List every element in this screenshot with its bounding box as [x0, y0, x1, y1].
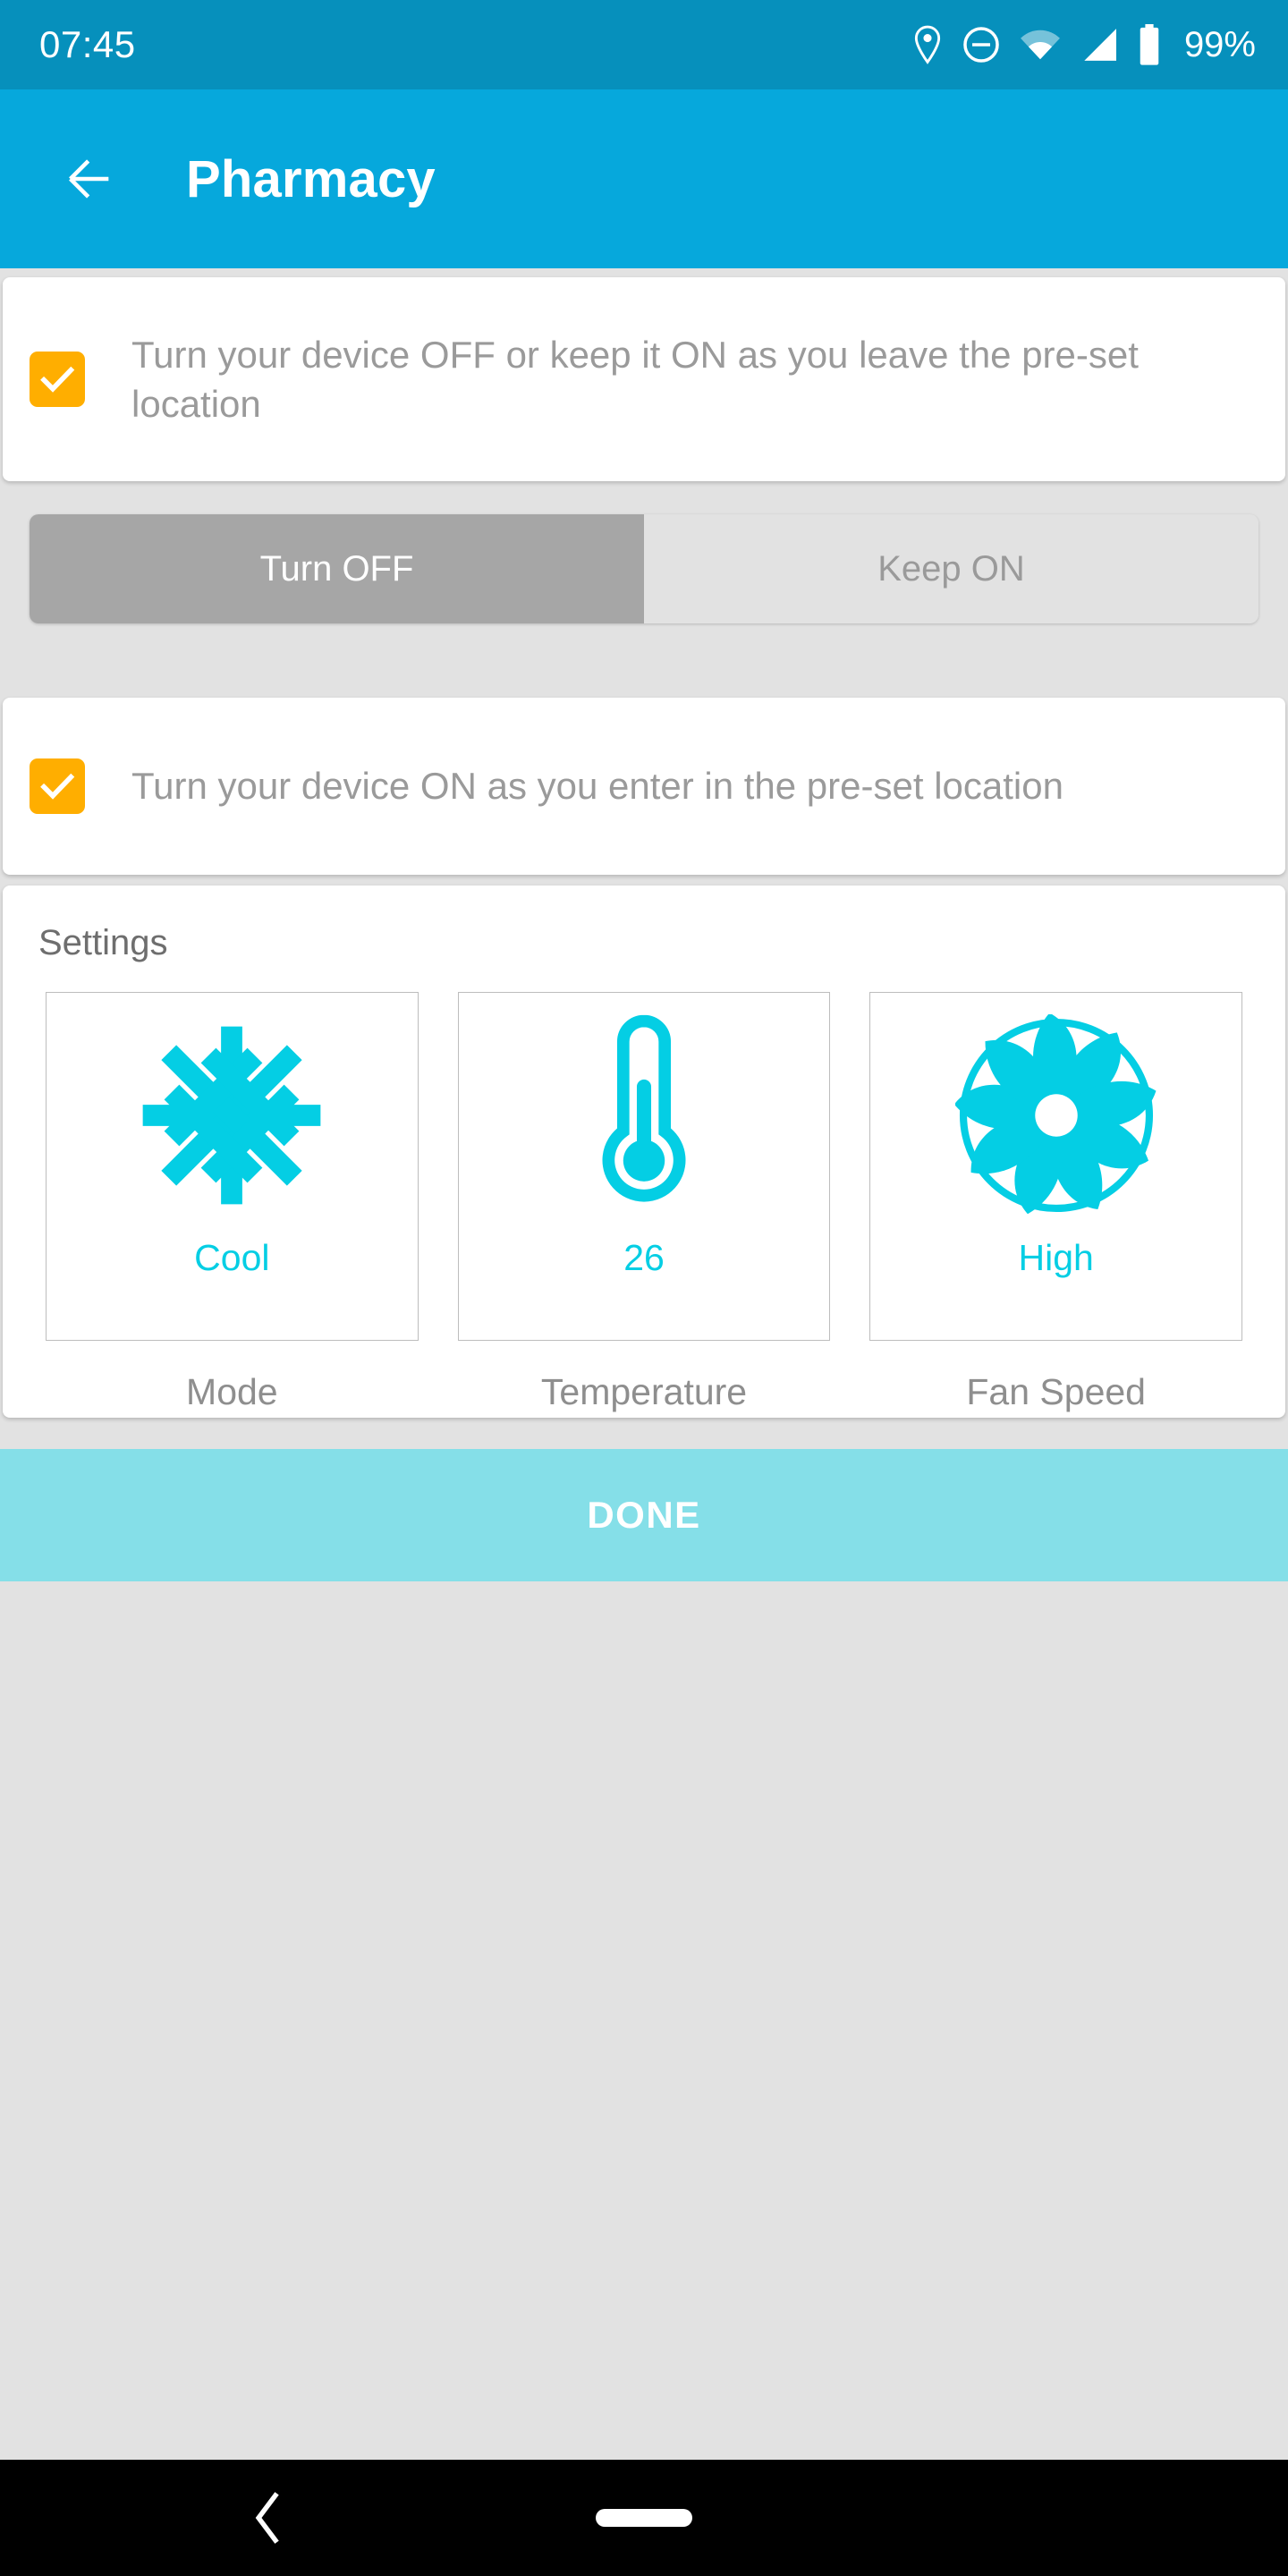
exit-action-toggle[interactable]: Turn OFF Keep ON [30, 514, 1258, 623]
status-bar-icons: 99% [912, 24, 1256, 65]
battery-percent-label: 99% [1183, 24, 1256, 64]
settings-tile-fan-speed-column: High Fan Speed [869, 992, 1243, 1413]
do-not-disturb-icon [962, 26, 1000, 64]
status-bar: 07:45 99% [0, 0, 1288, 89]
settings-tile-mode-caption: Mode [186, 1371, 278, 1412]
enter-rule-label: Turn your device ON as you enter in the … [131, 765, 1063, 808]
done-button[interactable]: DONE [0, 1449, 1288, 1581]
toggle-option-keep-on[interactable]: Keep ON [644, 514, 1258, 623]
exit-rule-label: Turn your device OFF or keep it ON as yo… [131, 333, 1139, 425]
system-navigation-bar [0, 2460, 1288, 2576]
settings-card: Settings Cool Mode 26 Temperature High F… [3, 886, 1285, 1418]
settings-tile-mode-column: Cool Mode [46, 992, 419, 1413]
fan-icon [954, 993, 1157, 1238]
app-bar: Pharmacy [0, 89, 1288, 268]
settings-tile-temperature[interactable]: 26 [457, 992, 831, 1341]
phone-screen: 07:45 99% Pharmacy Turn your device OFF … [0, 0, 1288, 2576]
settings-tiles: Cool Mode 26 Temperature High Fan Speed [3, 992, 1285, 1413]
snowflake-icon [135, 993, 328, 1238]
page-title: Pharmacy [186, 149, 436, 208]
nav-back-icon[interactable] [250, 2491, 286, 2545]
battery-icon [1138, 24, 1161, 65]
settings-tile-fan-speed-caption: Fan Speed [966, 1371, 1146, 1412]
nav-home-pill[interactable] [596, 2509, 692, 2527]
settings-tile-mode[interactable]: Cool [46, 992, 419, 1341]
settings-tile-mode-value: Cool [194, 1237, 270, 1278]
thermometer-icon [597, 993, 691, 1238]
settings-tile-temperature-value: 26 [623, 1237, 665, 1278]
enter-rule-card[interactable]: Turn your device ON as you enter in the … [3, 698, 1285, 875]
settings-tile-fan-speed-value: High [1018, 1237, 1094, 1278]
toggle-option-turn-off[interactable]: Turn OFF [30, 514, 644, 623]
enter-rule-checkbox[interactable] [30, 758, 85, 814]
settings-heading: Settings [38, 923, 168, 962]
settings-tile-temperature-caption: Temperature [540, 1371, 748, 1412]
settings-tile-temperature-column: 26 Temperature [457, 992, 831, 1413]
back-arrow-icon[interactable] [61, 150, 118, 208]
exit-rule-card[interactable]: Turn your device OFF or keep it ON as yo… [3, 277, 1285, 481]
status-bar-clock: 07:45 [39, 23, 136, 65]
cellular-signal-icon [1080, 28, 1118, 62]
location-pin-icon [912, 25, 943, 64]
exit-rule-checkbox[interactable] [30, 352, 85, 407]
settings-tile-fan-speed[interactable]: High [869, 992, 1243, 1341]
wifi-icon [1020, 29, 1061, 61]
